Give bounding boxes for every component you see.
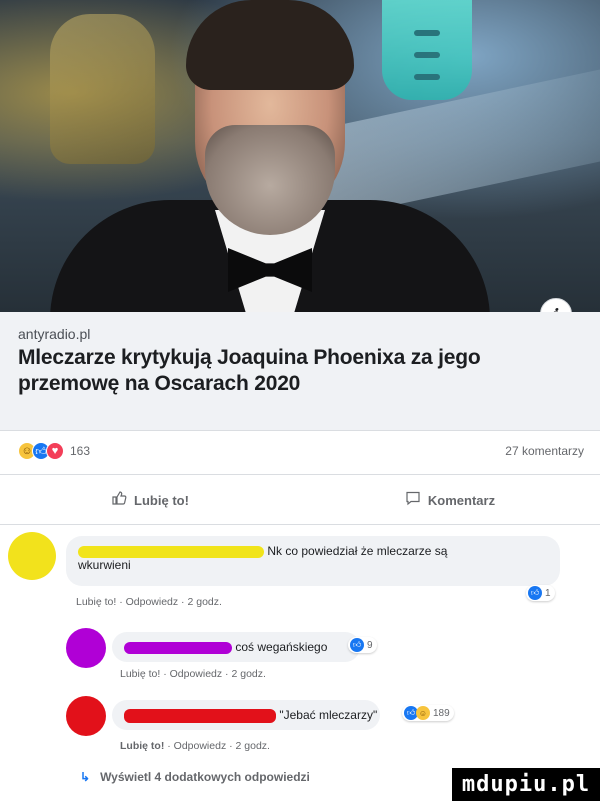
view-more-replies-label: Wyświetl 4 dodatkowych odpowiedzi: [100, 770, 310, 784]
comment-reactions[interactable]: 👍︎ ☺ 189: [402, 705, 454, 721]
divider: [0, 430, 600, 431]
comment-reaction-count: 1: [545, 587, 551, 599]
comment-label: Komentarz: [427, 492, 496, 508]
comment-meta[interactable]: Lubię to! · Odpowiedz · 2 godz.: [120, 668, 266, 680]
avatar[interactable]: [8, 532, 56, 580]
comment-reaction-count: 189: [433, 707, 450, 719]
comment-text: coś wegańskiego: [235, 640, 328, 654]
comment-reactions[interactable]: 👍︎ 9: [348, 637, 377, 653]
site-watermark: mdupiu.pl: [452, 768, 600, 801]
link-domain: antyradio.pl: [18, 326, 91, 342]
redacted-name: [124, 708, 276, 723]
reaction-count: 163: [70, 444, 91, 458]
haha-icon: ☺: [416, 706, 430, 720]
comment-text-continued: wkurwieni: [78, 558, 131, 572]
avatar[interactable]: [66, 696, 106, 736]
like-button[interactable]: Lubię to!: [0, 478, 300, 522]
comment-meta[interactable]: Lubię to! · Odpowiedz · 2 godz.: [120, 740, 270, 752]
comment-reaction-count: 9: [367, 639, 373, 651]
like-icon: 👍︎: [350, 638, 364, 652]
comment-bubble: coś wegańskiego: [112, 632, 360, 662]
article-photo[interactable]: [0, 0, 600, 312]
avatar[interactable]: [66, 628, 106, 668]
comment-bubble: "Jebać mleczarzy": [112, 700, 380, 730]
view-more-replies[interactable]: ↳ Wyświetl 4 dodatkowych odpowiedzi: [80, 770, 310, 784]
comment-text: "Jebać mleczarzy": [279, 708, 378, 722]
comment-bubble: Nk co powiedział że mleczarze są wkurwie…: [66, 536, 560, 586]
divider: [0, 524, 600, 525]
comment-icon: [405, 490, 421, 511]
reactions-summary[interactable]: ☺ 👍︎ ♥ 163 27 komentarzy: [18, 440, 584, 462]
like-label: Lubię to!: [134, 492, 189, 508]
hair-shape: [186, 0, 354, 90]
comment-text: Nk co powiedział że mleczarze są: [267, 544, 448, 558]
sponsor-logo-shape: [382, 0, 472, 100]
reply-arrow-icon: ↳: [80, 770, 91, 784]
love-icon: ♥: [46, 442, 64, 460]
comment-meta-rest: · Odpowiedz · 2 godz.: [164, 740, 270, 752]
comment-count[interactable]: 27 komentarzy: [505, 444, 584, 458]
link-preview[interactable]: antyradio.pl Mleczarze krytykują Joaquin…: [0, 312, 600, 430]
comment-button[interactable]: Komentarz: [300, 478, 600, 522]
link-headline[interactable]: Mleczarze krytykują Joaquina Phoenixa za…: [18, 345, 582, 397]
redacted-name: [78, 545, 264, 558]
comment-reactions[interactable]: 👍︎ 1: [526, 585, 555, 601]
bafta-mask-shape: [50, 14, 155, 164]
like-icon: 👍︎: [528, 586, 542, 600]
thumbs-up-icon: [111, 490, 127, 511]
comment-meta[interactable]: Lubię to! · Odpowiedz · 2 godz.: [76, 596, 222, 608]
post-actions: Lubię to! Komentarz: [0, 478, 600, 522]
divider: [0, 474, 600, 475]
redacted-name: [124, 641, 232, 654]
comment-like-link[interactable]: Lubię to!: [120, 740, 164, 752]
